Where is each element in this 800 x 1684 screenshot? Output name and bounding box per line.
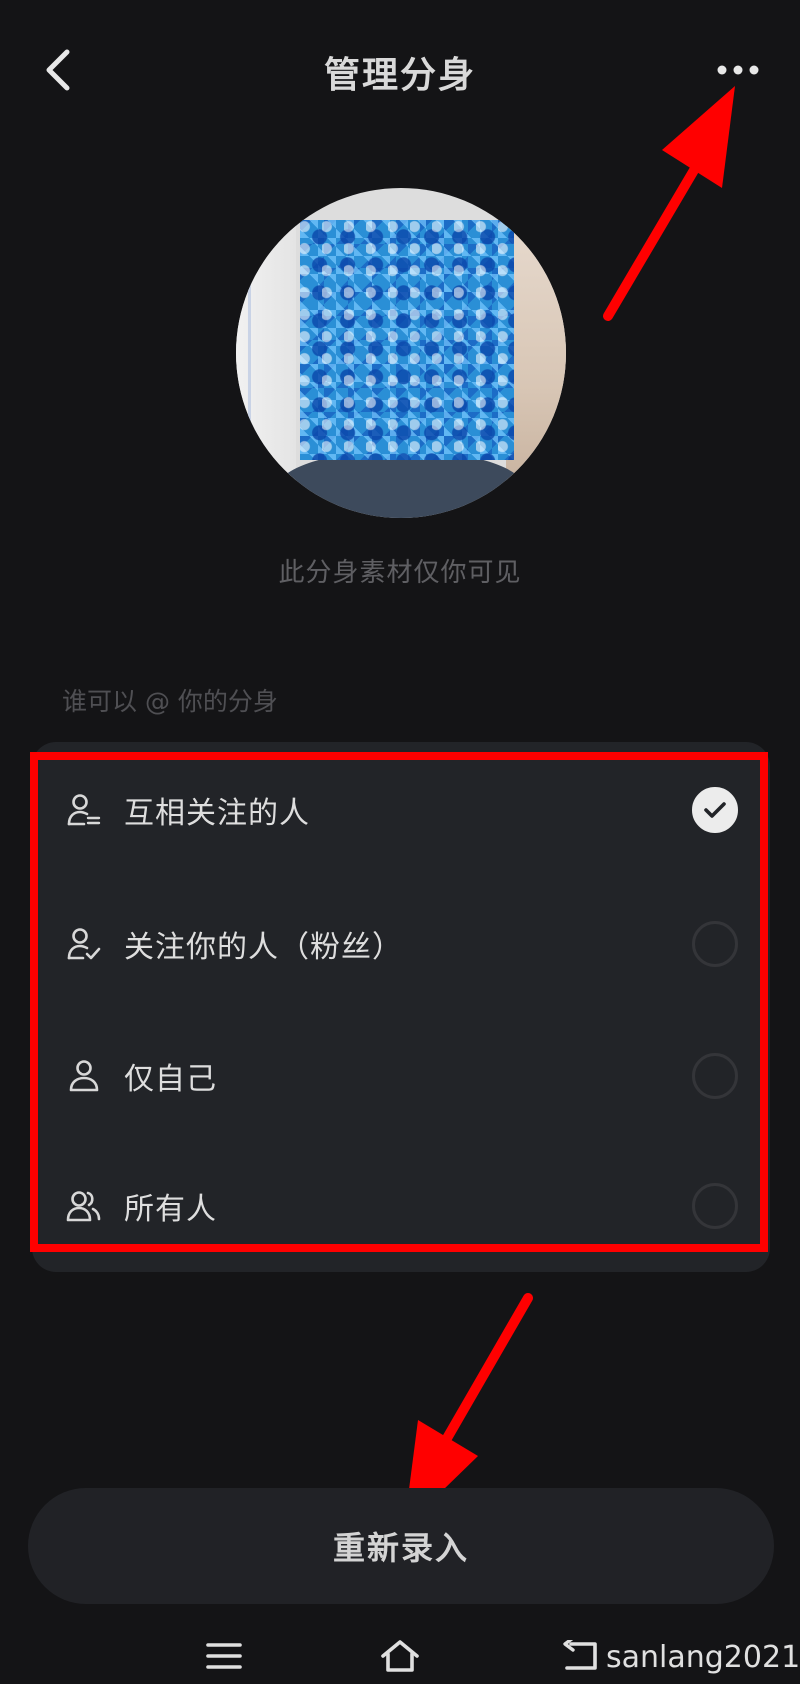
system-home-button[interactable] [372, 1636, 428, 1676]
option-everyone[interactable]: 所有人 [32, 1140, 770, 1272]
radio-unselected[interactable] [692, 1053, 738, 1099]
more-horizontal-icon [717, 65, 759, 75]
everyone-icon [66, 1191, 101, 1222]
option-followers[interactable]: 关注你的人（粉丝） [32, 878, 770, 1010]
radio-selected[interactable] [692, 787, 738, 833]
radio-unselected[interactable] [692, 1183, 738, 1229]
manage-avatar-page: 管理分身 此分身素材仅你可见 谁可以 @ 你的分身 互相关注的人 关注你的人（粉… [0, 0, 800, 1684]
avatar [236, 188, 566, 518]
visibility-section-label: 谁可以 @ 你的分身 [62, 687, 278, 716]
re-record-button[interactable]: 重新录入 [28, 1488, 774, 1604]
avatar-privacy-caption: 此分身素材仅你可见 [278, 558, 522, 588]
home-icon [381, 1640, 419, 1672]
menu-icon [206, 1643, 242, 1669]
more-options-button[interactable] [708, 50, 768, 90]
option-label: 所有人 [124, 1192, 217, 1227]
return-icon [563, 1640, 597, 1670]
avatar-photo-detail [248, 248, 251, 468]
radio-unselected[interactable] [692, 921, 738, 967]
face-mosaic-blur [300, 220, 514, 460]
self-icon [69, 1060, 99, 1092]
option-label: 关注你的人（粉丝） [124, 930, 403, 965]
avatar-photo-background [506, 188, 566, 518]
avatar-photo-background [236, 188, 296, 518]
system-menu-button[interactable] [196, 1636, 252, 1676]
option-mutual-follow[interactable]: 互相关注的人 [32, 744, 770, 876]
option-only-me[interactable]: 仅自己 [32, 1010, 770, 1142]
option-label: 互相关注的人 [124, 796, 310, 831]
follower-icon [67, 928, 101, 960]
check-icon [704, 802, 726, 818]
system-back-button[interactable] [556, 1636, 604, 1676]
option-label: 仅自己 [124, 1062, 217, 1097]
mutual-follow-icon [67, 794, 101, 826]
watermark-text: sanlang2021 [606, 1640, 800, 1675]
page-title: 管理分身 [323, 55, 476, 96]
avatar-photo-shirt [276, 450, 526, 518]
visibility-options-card: 互相关注的人 关注你的人（粉丝） 仅自己 所有人 [32, 742, 770, 1272]
arrow-to-more-icon [603, 86, 735, 321]
